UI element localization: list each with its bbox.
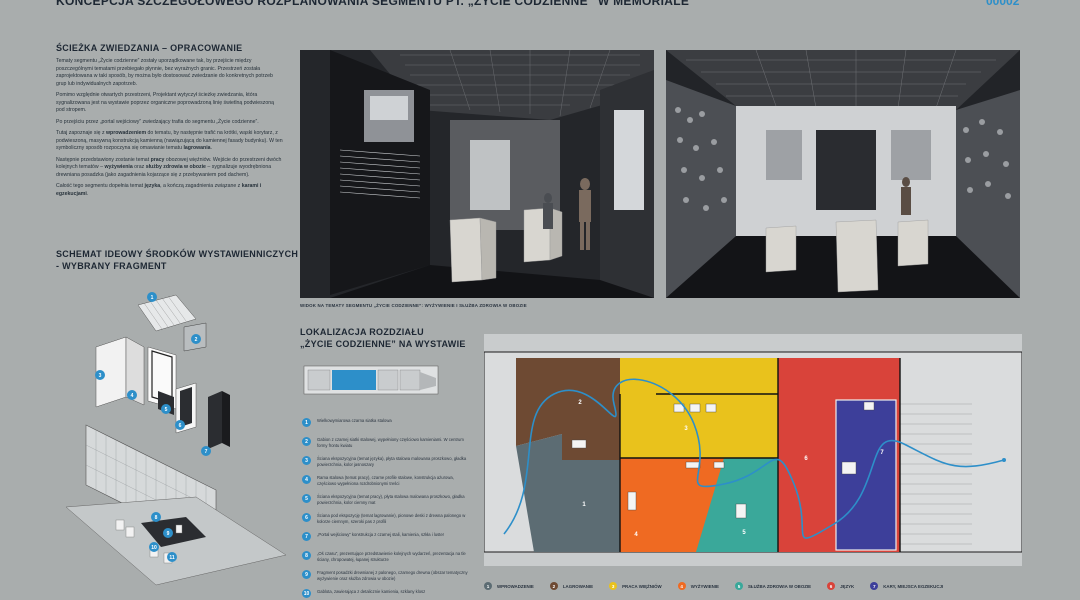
paragraph-2: Pomimo względnie otwartych przestrzeni, … [56,92,275,114]
iso-marker-5: 5 [165,407,168,413]
iso-marker-6: 6 [179,423,182,429]
zone-legend-item: 2 LAGROWANIE [549,582,593,590]
legend-item: 8 „Oś czasu”, prezentujące przedstawienie… [302,551,472,570]
zone-legend-item: 6 JĘZYK [827,582,854,590]
isometric-scheme: 1 2 3 4 5 6 7 8 9 10 11 [65,292,287,586]
legend-item: 2 Gabion z czarnej siatki stalowej, wypeł… [302,437,472,456]
section-heading-location: LOKALIZACJA ROZDZIAŁU „ŻYCIE CODZIENNE” … [300,327,466,350]
zone-legend-item: 7 KARY, MIEJSCA EGZEKUCJI [870,582,943,590]
iso-marker-4: 4 [131,393,134,399]
paragraph-6: Całość tego segmentu dopełnia temat języ… [56,183,262,197]
photo-caption: WIDOK NA TEMATY SEGMENTU „ŻYCIE CODZIENN… [300,303,527,308]
floor-plan: 1 2 3 4 5 6 7 [484,334,1022,566]
zone-color-legend: 1 WPROWADZENIE 2 LAGROWANIE 3 PRACA WIĘŹNIÓ… [484,582,959,590]
paragraph-3: Po przejściu przez „portal wejściowy” zw… [56,118,259,125]
iso-marker-8: 8 [155,515,158,521]
section-heading-path: ŚCIEŻKA ZWIEDZANIA – OPRACOWANIE [56,43,243,53]
legend-item: 6 Ściana pod ekspozycję (temat lagrowanie… [302,513,472,532]
section-heading-scheme: SCHEMAT IDEOWY ŚRODKÓW WYSTAWIENNICZYCH … [56,249,299,272]
zone-legend-item: 5 SŁUŻBA ZDROWIA W OBOZIE [734,582,811,590]
iso-marker-9: 9 [167,531,170,537]
legend-item: 3 Ściana ekspozycyjna (temat języka), pły… [302,456,472,475]
paragraph-1: Tematy segmentu „Życie codzienne” został… [56,58,273,87]
poster-code: 00002 [986,0,1020,8]
paragraph-5: Następnie przedstawiony zostanie temat p… [56,156,282,178]
iso-marker-10: 10 [151,545,157,551]
zone-legend-item: 1 WPROWADZENIE [484,582,534,590]
legend-item: 4 Rama stalowa (temat pracy), czarne prof… [302,475,472,494]
legend-item: 9 Fragment posadzki drewnianej z palonego… [302,570,472,589]
poster-title: KONCEPCJA SZCZEGÓŁOWEGO ROZPLANOWANIA SE… [56,0,690,8]
element-legend: 1 Wielkowymiarowa czarna siatka stalowa 2… [302,418,472,600]
legend-item: 1 Wielkowymiarowa czarna siatka stalowa [302,418,472,437]
mini-location-plan [303,365,439,395]
iso-marker-7: 7 [205,449,208,455]
render-photo-left [300,50,654,298]
zone-legend-item: 4 WYŻYWIENIE [677,582,719,590]
iso-marker-2: 2 [195,337,198,343]
path-description: Tematy segmentu „Życie codzienne” został… [56,58,284,203]
iso-marker-3: 3 [99,373,102,379]
zone-legend-item: 3 PRACA WIĘŹNIÓW [609,582,662,590]
legend-item: 7 „Portal wejściowy” konstrukcja z czarne… [302,532,472,551]
iso-marker-11: 11 [169,555,175,561]
render-photo-right [666,50,1020,298]
iso-marker-1: 1 [151,295,154,301]
legend-item: 5 Ściana ekspozycyjna (temat pracy), płyt… [302,494,472,513]
legend-item: 10 Gablota, zawierająca z detalicznie kam… [302,589,426,598]
paragraph-4: Tutaj zapoznaje się z wprowadzeniem do t… [56,130,283,152]
